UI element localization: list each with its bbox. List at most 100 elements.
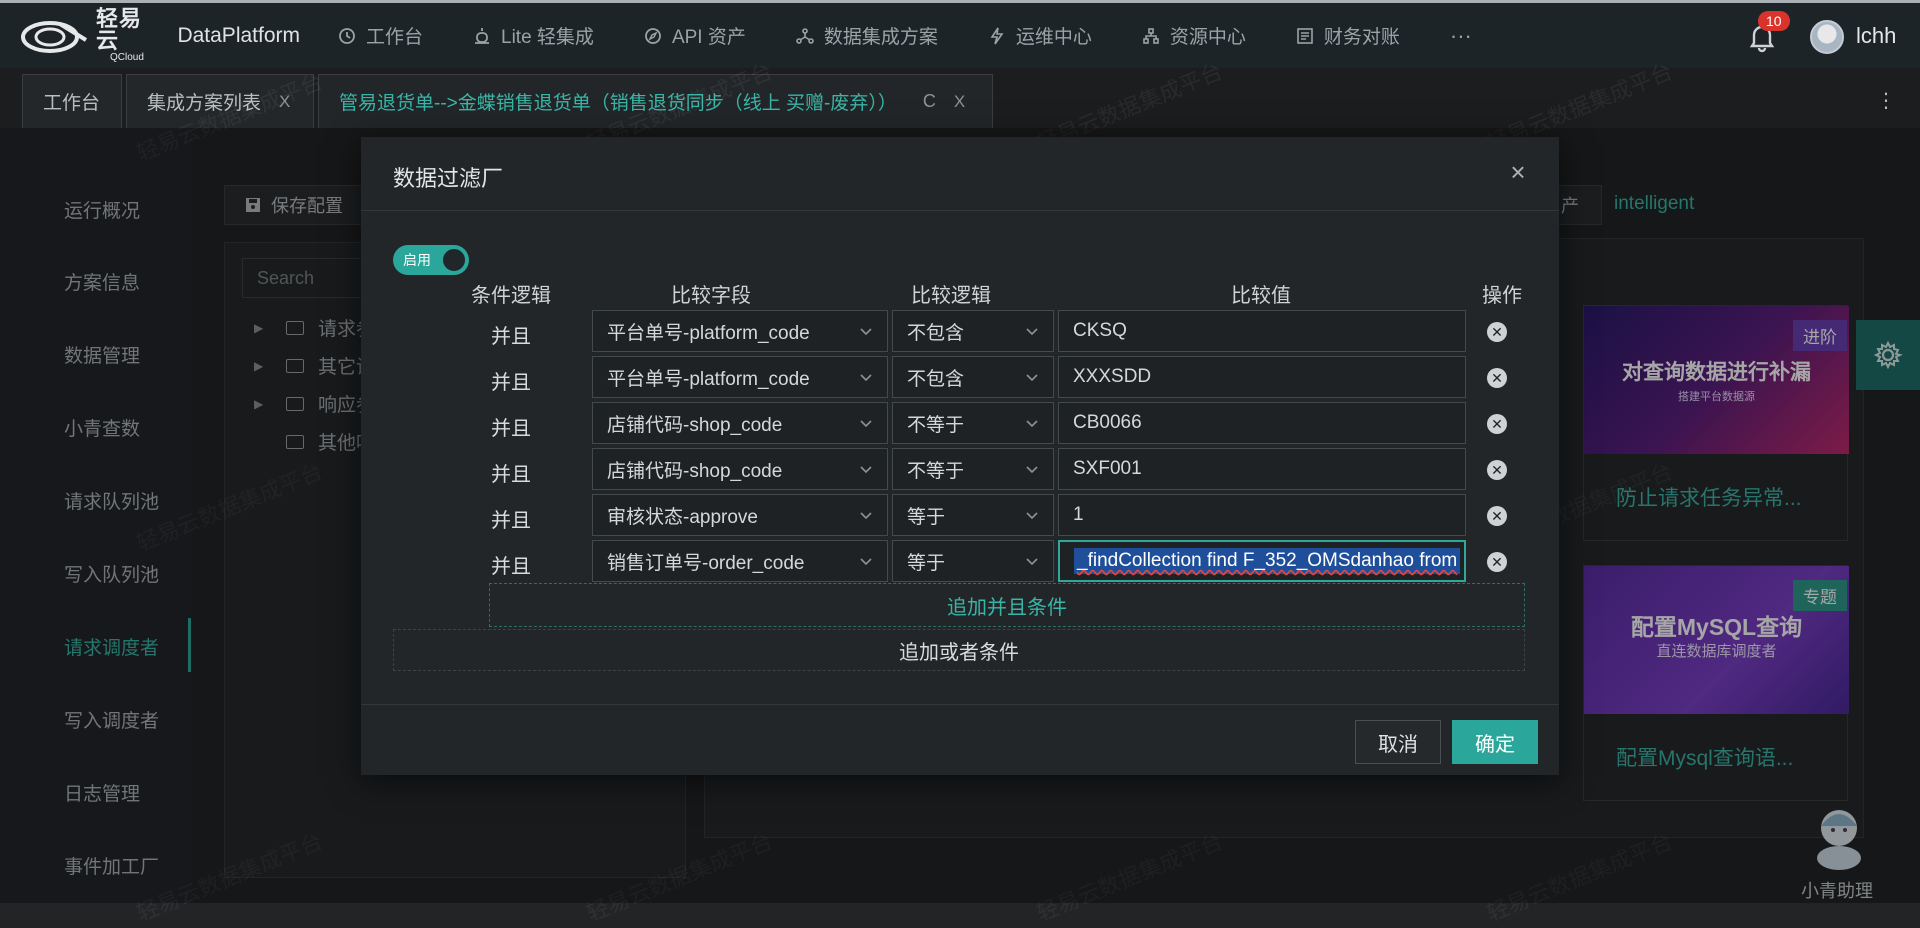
delete-row-icon[interactable]: ✕ [1487,368,1507,388]
logo-cn: 轻易云 [96,5,143,53]
add-or-condition-button[interactable]: 追加或者条件 [393,629,1525,671]
refresh-icon[interactable]: C [923,91,936,112]
select-value: 店铺代码-shop_code [607,460,783,482]
notification-badge: 10 [1758,11,1790,31]
delete-row-icon[interactable]: ✕ [1487,322,1507,342]
compare-field-select[interactable]: 店铺代码-shop_code [592,448,888,490]
condition-logic: 并且 [491,556,531,578]
compare-operator-select[interactable]: 不等于 [892,448,1054,490]
condition-logic: 并且 [491,372,531,394]
nav-item-finance[interactable]: 财务对账 [1296,22,1400,49]
select-value: 平台单号-platform_code [607,322,810,344]
compare-field-select[interactable]: 审核状态-approve [592,494,888,536]
header-logic: 条件逻辑 [471,285,551,307]
clock-icon [339,27,355,44]
product-name: DataPlatform [177,23,300,47]
chevron-down-icon [1026,558,1038,566]
enable-toggle[interactable]: 启用 [393,245,469,275]
nav-more-button[interactable]: ··· [1450,23,1472,49]
chevron-down-icon [860,420,872,428]
main-menu: 工作台 Lite 轻集成 API 资产 数据集成方案 运维中心 资源中心 财务对… [338,22,1472,49]
confirm-button[interactable]: 确定 [1452,720,1538,764]
nav-item-lite[interactable]: Lite 轻集成 [473,22,594,49]
compare-value-input[interactable]: XXXSDD [1058,356,1466,398]
compare-value-input[interactable]: 1 [1058,494,1466,536]
nav-item-label: 资源中心 [1169,27,1246,48]
compare-field-select[interactable]: 销售订单号-order_code [592,540,888,582]
tab-label: 管易退货单-->金蝶销售退货单（销售退货同步（线上 买赠-废弃）） [339,93,897,114]
compare-field-select[interactable]: 平台单号-platform_code [592,310,888,352]
filter-row: 并且 审核状态-approve 等于 1 ✕ [361,494,1559,538]
toggle-label: 启用 [403,252,431,268]
close-icon[interactable]: X [954,92,965,112]
filter-row: 并且 平台单号-platform_code 不包含 XXXSDD ✕ [361,356,1559,400]
cancel-button[interactable]: 取消 [1355,720,1441,764]
compass-icon [645,27,661,44]
header-field: 比较字段 [671,285,751,307]
condition-logic: 并且 [491,464,531,486]
compare-value-input[interactable]: CKSQ [1058,310,1466,352]
delete-row-icon[interactable]: ✕ [1487,460,1507,480]
nav-item-integration[interactable]: 数据集成方案 [796,22,938,49]
chevron-down-icon [860,466,872,474]
nav-item-label: API 资产 [671,27,746,48]
tab-menu-icon[interactable]: ⋮ [1876,88,1896,113]
input-value: CKSQ [1073,320,1127,341]
select-value: 店铺代码-shop_code [607,414,783,436]
select-value: 平台单号-platform_code [607,368,810,390]
compare-operator-select[interactable]: 不等于 [892,402,1054,444]
compare-value-input[interactable]: SXF001 [1058,448,1466,490]
data-filter-dialog: 数据过滤厂 × 启用 条件逻辑 比较字段 比较逻辑 比较值 操作 并且 平台单号… [361,137,1559,775]
delete-row-icon[interactable]: ✕ [1487,506,1507,526]
input-value: CB0066 [1073,412,1142,433]
header-value: 比较值 [1231,285,1291,307]
compare-operator-select[interactable]: 不包含 [892,356,1054,398]
nav-item-label: 财务对账 [1323,27,1400,48]
nav-item-ops[interactable]: 运维中心 [988,22,1092,49]
delete-row-icon[interactable]: ✕ [1487,552,1507,572]
condition-logic: 并且 [491,326,531,348]
dialog-footer: 取消 确定 [361,704,1559,775]
nav-item-api-assets[interactable]: API 资产 [644,22,746,49]
select-value: 不包含 [907,368,965,390]
tab-workbench[interactable]: 工作台 [22,74,122,128]
chevron-down-icon [860,558,872,566]
compare-field-select[interactable]: 平台单号-platform_code [592,356,888,398]
filter-row: 并且 平台单号-platform_code 不包含 CKSQ ✕ [361,310,1559,354]
input-value: XXXSDD [1073,366,1152,387]
top-navigation-bar: 轻易云 QCloud DataPlatform 工作台 Lite 轻集成 API… [0,0,1920,68]
chevron-down-icon [860,512,872,520]
delete-row-icon[interactable]: ✕ [1487,414,1507,434]
compare-operator-select[interactable]: 等于 [892,540,1054,582]
avatar[interactable] [1810,20,1844,54]
chevron-down-icon [1026,328,1038,336]
brand[interactable]: 轻易云 QCloud DataPlatform [20,5,300,64]
qcloud-logo-icon [20,14,92,58]
chevron-down-icon [860,374,872,382]
nav-item-resources[interactable]: 资源中心 [1142,22,1246,49]
compare-operator-select[interactable]: 不包含 [892,310,1054,352]
condition-logic: 并且 [491,418,531,440]
dialog-title: 数据过滤厂 [393,166,504,191]
close-icon[interactable]: × [1503,157,1533,187]
bolt-icon [990,27,1004,44]
chevron-down-icon [1026,420,1038,428]
compare-value-input[interactable]: _findCollection find F_352_OMSdanhao fro… [1058,540,1466,582]
nav-item-label: Lite 轻集成 [501,27,594,48]
network-icon [796,27,814,44]
nav-item-label: 工作台 [366,27,424,48]
username[interactable]: lchh [1856,23,1896,49]
logo-text: 轻易云 QCloud [96,5,159,64]
select-value: 审核状态-approve [607,506,758,528]
nav-item-workbench[interactable]: 工作台 [338,22,423,49]
chevron-down-icon [860,328,872,336]
toggle-knob [442,248,466,272]
add-and-condition-button[interactable]: 追加并且条件 [489,583,1525,627]
compare-field-select[interactable]: 店铺代码-shop_code [592,402,888,444]
compare-operator-select[interactable]: 等于 [892,494,1054,536]
select-value: 等于 [907,552,946,574]
header-action: 操作 [1482,285,1522,307]
input-value: 1 [1073,504,1084,525]
compare-value-input[interactable]: CB0066 [1058,402,1466,444]
sitemap-icon [1143,27,1159,44]
